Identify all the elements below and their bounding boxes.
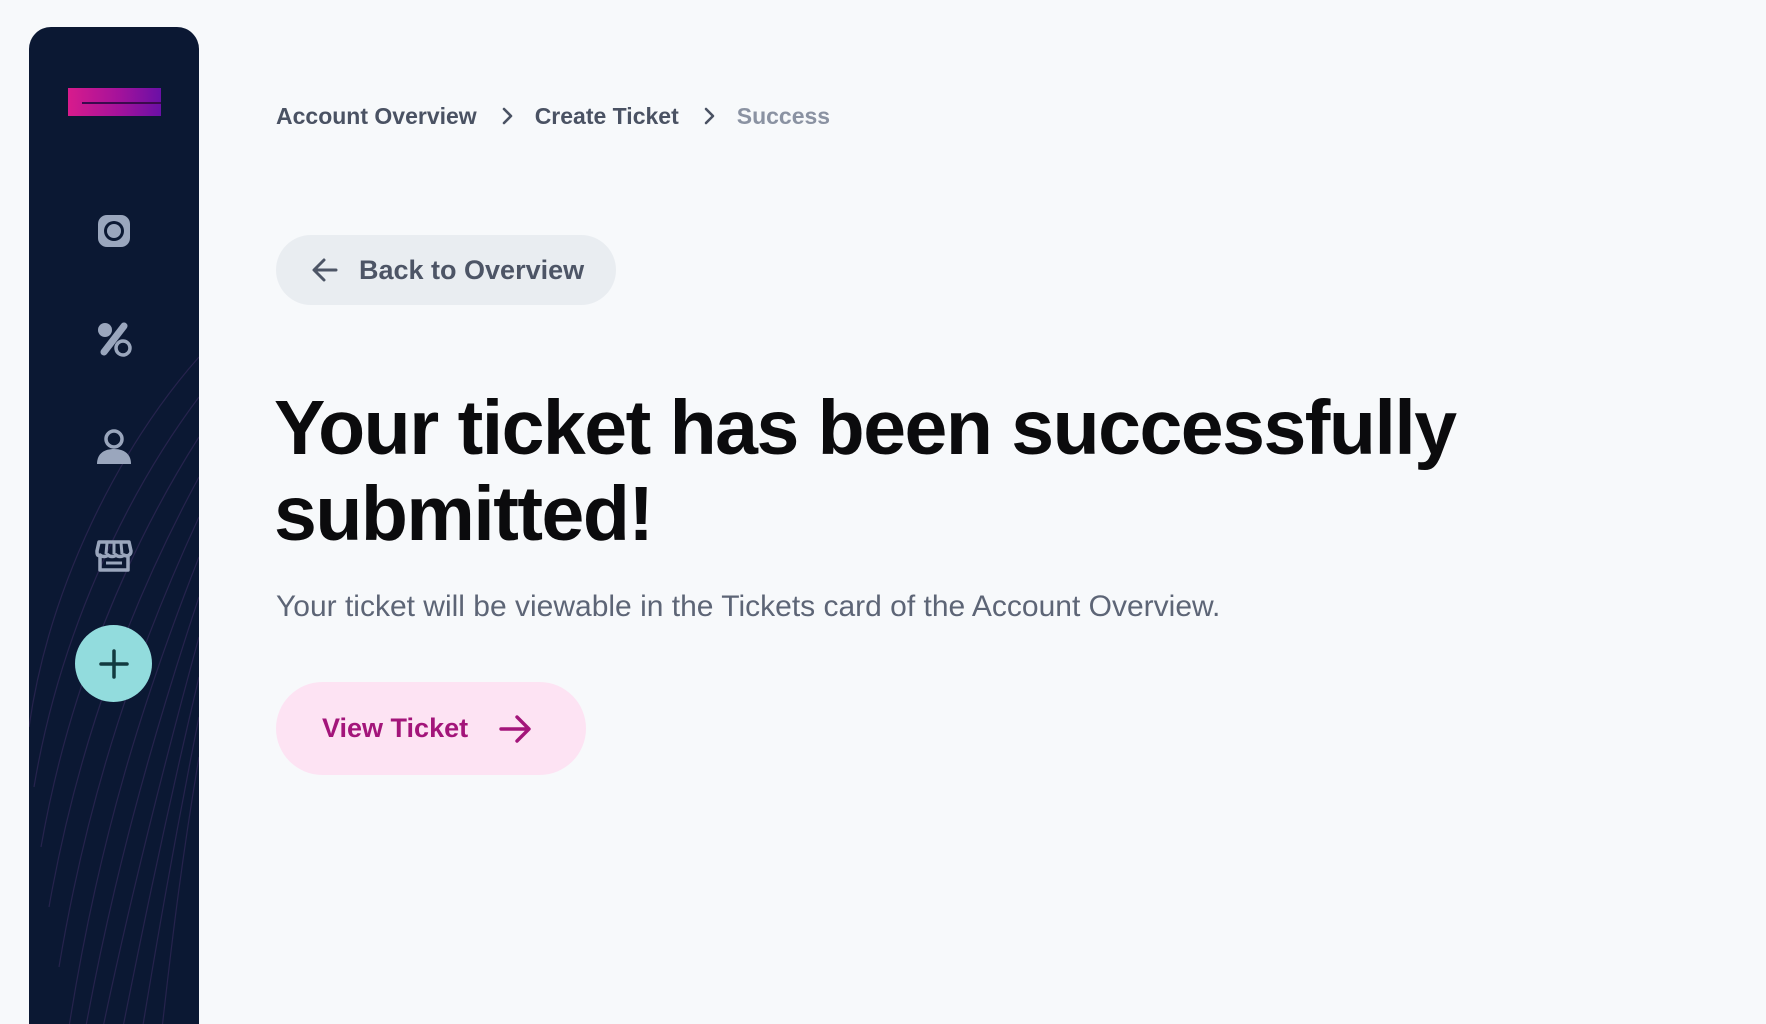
page-description: Your ticket will be viewable in the Tick… bbox=[276, 590, 1221, 623]
percent-icon bbox=[98, 322, 132, 357]
plus-icon bbox=[98, 648, 129, 679]
store-icon bbox=[95, 540, 133, 572]
sidebar-item-store[interactable] bbox=[84, 524, 144, 584]
user-icon bbox=[97, 429, 131, 464]
brand-logo[interactable] bbox=[68, 88, 161, 116]
back-to-overview-label: Back to Overview bbox=[359, 254, 585, 285]
chevron-right-icon bbox=[696, 103, 722, 129]
breadcrumb-create-ticket[interactable]: Create Ticket bbox=[535, 103, 679, 130]
sidebar-item-record[interactable] bbox=[84, 201, 144, 261]
record-icon bbox=[98, 215, 130, 247]
breadcrumb-current: Success bbox=[736, 102, 831, 129]
sidebar-item-discounts[interactable] bbox=[84, 309, 144, 369]
page: Account Overview Create Ticket Success B… bbox=[0, 0, 1766, 1024]
sidebar-item-profile[interactable] bbox=[84, 417, 144, 477]
chevron-right-icon bbox=[494, 103, 520, 129]
sidebar bbox=[29, 27, 199, 1024]
arrow-right-icon bbox=[499, 714, 531, 743]
breadcrumb-account-overview[interactable]: Account Overview bbox=[276, 103, 477, 130]
page-title: Your ticket has been successfully submit… bbox=[274, 385, 1457, 557]
add-button[interactable] bbox=[75, 625, 152, 702]
view-ticket-button[interactable]: View Ticket bbox=[276, 682, 586, 775]
view-ticket-label: View Ticket bbox=[322, 713, 469, 743]
back-to-overview-button[interactable]: Back to Overview bbox=[276, 235, 616, 305]
arrow-left-icon bbox=[312, 258, 338, 282]
breadcrumb: Account Overview Create Ticket Success bbox=[276, 102, 830, 130]
